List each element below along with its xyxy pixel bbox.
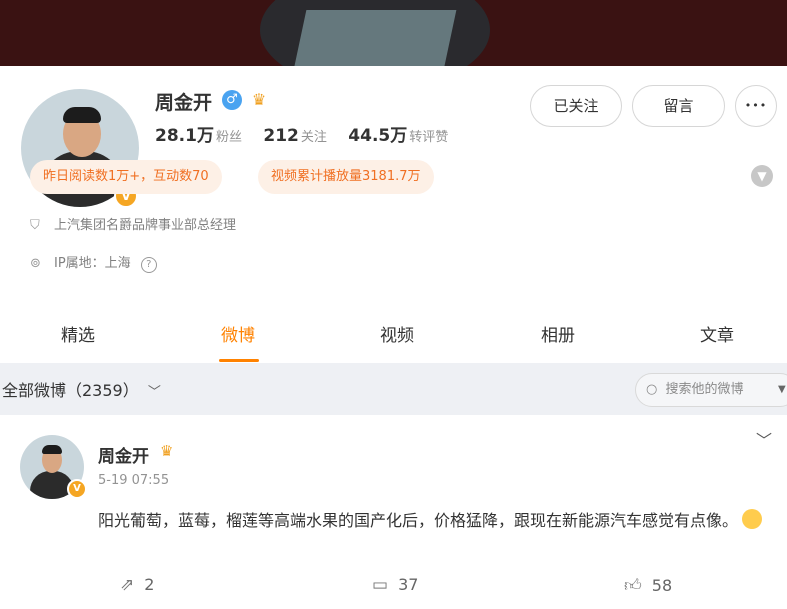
tab-weibo[interactable]: 微博 [198,309,278,363]
tab-video[interactable]: 视频 [357,309,437,363]
male-icon: ♂ [222,90,242,110]
followed-button[interactable]: 已关注 [530,85,622,127]
post-card: V 周金开 ♛ 5-19 07:55 ﹀ 阳光葡萄，蓝莓，榴莲等高端水果的国产化… [0,415,787,609]
likes-stat: 44.5万 转评赞 [348,121,448,146]
comment-icon: ▭ [372,575,389,595]
search-icon: ○ [646,382,658,397]
certification-row: ⛉ 上汽集团名爵品牌事业部总经理 [30,214,236,233]
ip-row: ⊚ IP属地：上海 ? [30,252,157,273]
following-value: 212 [263,126,299,146]
chevron-down-icon: ﹀ [147,385,161,400]
followers-label: 粉丝 [215,130,242,145]
message-button[interactable]: 留言 [632,85,725,127]
chevron-down-icon: ▼ [778,384,786,395]
following-label: 关注 [300,130,327,145]
crown-icon[interactable]: ♛ [248,90,270,110]
filter-dropdown[interactable]: 全部微博（2359） ﹀ [2,377,161,401]
tab-album[interactable]: 相册 [518,309,598,363]
video-plays-tag[interactable]: 视频累计播放量3181.7万 [258,160,434,194]
crown-icon[interactable]: ♛ [160,442,173,460]
profile-name: 周金开 [155,92,213,114]
followers-stat[interactable]: 28.1万 粉丝 [155,121,242,146]
shield-icon: ⛉ [30,218,40,233]
repost-count: 2 [144,575,155,594]
help-icon[interactable]: ? [140,257,157,273]
like-count: 58 [651,576,673,595]
profile-tabs: 精选 微博 视频 相册 文章 [0,309,787,363]
chevron-down-icon[interactable]: ▼ [751,165,773,187]
followers-value: 28.1万 [155,126,214,146]
post-author[interactable]: 周金开 [98,442,149,467]
reads-tag[interactable]: 昨日阅读数1万+，互动数70 [30,160,222,194]
repost-action[interactable]: ⇗ 2 [120,575,154,595]
verified-icon: V [67,479,87,499]
like-action[interactable]: 👍︎ 58 [624,575,672,596]
ip-text: IP属地：上海 [54,256,131,271]
tab-featured[interactable]: 精选 [38,309,118,363]
filter-label: 全部微博（2359） [2,381,139,400]
cover-shape-collar [293,10,457,66]
filter-bar: 全部微博（2359） ﹀ ○ 搜索他的微博 ▼ [0,363,787,415]
chevron-down-icon[interactable]: ﹀ [756,427,772,451]
cover-image [0,0,787,66]
avatar-hair [63,107,101,123]
post-body: 阳光葡萄，蓝莓，榴莲等高端水果的国产化后，价格猛降，跟现在新能源汽车感觉有点像。 [98,511,739,530]
active-tab-indicator [219,359,259,362]
search-input[interactable]: 搜索他的微博 [665,382,743,397]
tab-articles[interactable]: 文章 [677,309,757,363]
like-icon: 👍︎ [624,576,642,596]
likes-value: 44.5万 [348,126,408,146]
repost-icon: ⇗ [120,575,135,595]
profile-stats: 28.1万 粉丝 212 关注 44.5万 转评赞 [155,121,464,146]
likes-label: 转评赞 [409,130,449,145]
search-box[interactable]: ○ 搜索他的微博 ▼ [635,373,787,407]
certification-text: 上汽集团名爵品牌事业部总经理 [54,218,237,233]
location-icon: ⊚ [30,256,41,271]
comment-count: 37 [398,575,419,594]
following-stat[interactable]: 212 关注 [263,126,327,146]
thinking-emoji-icon [742,509,763,529]
post-time[interactable]: 5-19 07:55 [98,473,169,488]
profile-card: V 周金开 ♂ ♛ 28.1万 粉丝 212 关注 44.5万 转评赞 已关注 留言 … [0,66,787,309]
post-text: 阳光葡萄，蓝莓，榴莲等高端水果的国产化后，价格猛降，跟现在新能源汽车感觉有点像。 [98,504,778,538]
more-button[interactable]: ••• [735,85,777,127]
comment-action[interactable]: ▭ 37 [372,575,418,595]
